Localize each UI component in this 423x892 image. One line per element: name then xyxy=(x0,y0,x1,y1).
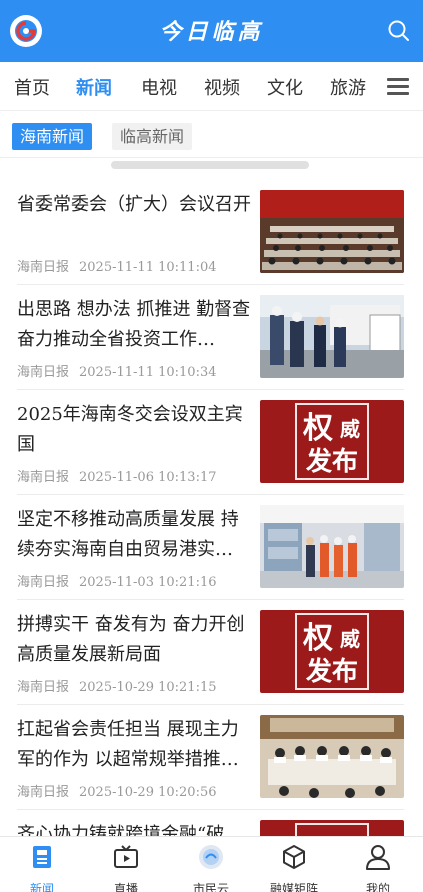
news-source: 海南日报 xyxy=(17,785,70,800)
user-icon xyxy=(366,845,390,870)
news-icon xyxy=(33,846,51,868)
list-item[interactable]: 出思路 想办法 抓推进 勤督查 奋力推动全省投资工作… 海南日报 2025-11-… xyxy=(0,285,423,390)
tab-news[interactable]: 新闻 xyxy=(76,74,112,100)
badge-char: 威 xyxy=(340,417,360,441)
menu-icon[interactable] xyxy=(387,78,409,96)
badge-char: 权 xyxy=(302,411,333,446)
news-thumbnail xyxy=(260,190,404,273)
nav-live[interactable]: 直播 xyxy=(91,843,161,892)
nav-news[interactable]: 新闻 xyxy=(7,843,77,892)
badge-char: 发布 xyxy=(305,656,358,687)
cube-icon xyxy=(283,845,305,869)
authority-badge-thumbnail: 权 威 发布 xyxy=(260,610,404,693)
nav-media-matrix[interactable]: 融媒矩阵 xyxy=(259,843,329,892)
authority-badge-thumbnail: 权 威 发布 xyxy=(260,400,404,483)
news-title: 省委常委会（扩大）会议召开 xyxy=(17,194,251,215)
nav-label: 市民云 xyxy=(192,882,229,892)
list-item[interactable]: 2025年海南冬交会设双主宾国 海南日报 2025-11-06 10:13:17 … xyxy=(0,390,423,495)
news-meta: 海南日报 2025-11-11 10:11:04 xyxy=(17,256,217,275)
news-source: 海南日报 xyxy=(17,680,70,695)
news-meta: 海南日报 2025-11-06 10:13:17 xyxy=(17,466,217,485)
news-title: 坚定不移推动高质量发展 持续夯实海南自由贸易港实… xyxy=(17,509,239,560)
search-icon[interactable] xyxy=(387,19,411,43)
news-thumbnail xyxy=(260,505,404,588)
news-title: 出思路 想办法 抓推进 勤督查 奋力推动全省投资工作… xyxy=(17,299,251,350)
news-meta: 海南日报 2025-11-03 10:21:16 xyxy=(17,571,217,590)
scroll-indicator xyxy=(111,161,309,169)
list-item[interactable]: 坚定不移推动高质量发展 持续夯实海南自由贸易港实… 海南日报 2025-11-03… xyxy=(0,495,423,600)
news-thumbnail xyxy=(260,715,404,798)
news-title: 拼搏实干 奋发有为 奋力开创高质量发展新局面 xyxy=(17,614,245,665)
news-source: 海南日报 xyxy=(17,470,70,485)
list-item[interactable]: 省委常委会（扩大）会议召开 海南日报 2025-11-11 10:11:04 xyxy=(0,180,423,285)
news-meta: 海南日报 2025-10-29 10:21:15 xyxy=(17,676,217,695)
news-time: 2025-11-03 10:21:16 xyxy=(79,575,217,590)
news-title: 扛起省会责任担当 展现主力军的作为 以超常规举措推… xyxy=(17,719,239,770)
tab-culture[interactable]: 文化 xyxy=(267,74,303,100)
news-source: 海南日报 xyxy=(17,575,70,590)
badge-char: 权 xyxy=(302,621,333,656)
nav-label: 融媒矩阵 xyxy=(269,882,318,892)
channel-tabs: 首页 新闻 电视 视频 文化 旅游 xyxy=(0,62,423,110)
nav-profile[interactable]: 我的 xyxy=(343,843,413,892)
subtab-lingao-news[interactable]: 临高新闻 xyxy=(112,123,193,150)
news-time: 2025-11-06 10:13:17 xyxy=(79,470,217,485)
list-item[interactable]: 扛起省会责任担当 展现主力军的作为 以超常规举措推… 海南日报 2025-10-2… xyxy=(0,705,423,810)
list-item[interactable]: 拼搏实干 奋发有为 奋力开创高质量发展新局面 海南日报 2025-10-29 10… xyxy=(0,600,423,705)
sub-tabs: 海南新闻 临高新闻 xyxy=(0,110,423,158)
news-meta: 海南日报 2025-10-29 10:20:56 xyxy=(17,781,217,800)
nav-label: 直播 xyxy=(113,882,138,892)
tab-home[interactable]: 首页 xyxy=(14,74,50,100)
news-source: 海南日报 xyxy=(17,260,70,275)
news-meta: 海南日报 2025-11-11 10:10:34 xyxy=(17,361,217,380)
tv-icon xyxy=(114,845,138,868)
top-bar: 今日临高 xyxy=(0,0,423,62)
news-thumbnail xyxy=(260,295,404,378)
news-source: 海南日报 xyxy=(17,365,70,380)
subtab-hainan-news[interactable]: 海南新闻 xyxy=(12,123,93,150)
badge-char: 发布 xyxy=(305,446,358,477)
tab-video[interactable]: 视频 xyxy=(204,74,240,100)
news-title: 2025年海南冬交会设双主宾国 xyxy=(17,404,243,455)
news-time: 2025-11-11 10:11:04 xyxy=(79,260,217,275)
bottom-nav: 新闻 直播 市民云 融媒矩阵 我的 xyxy=(0,836,423,892)
news-time: 2025-10-29 10:21:15 xyxy=(79,680,217,695)
nav-label: 我的 xyxy=(365,882,390,892)
divider xyxy=(0,157,423,158)
news-time: 2025-10-29 10:20:56 xyxy=(79,785,217,800)
tab-tv[interactable]: 电视 xyxy=(141,74,177,100)
app-title: 今日临高 xyxy=(159,19,264,45)
badge-char: 威 xyxy=(340,627,360,651)
nav-citizen-cloud[interactable]: 市民云 xyxy=(176,843,246,892)
nav-label: 新闻 xyxy=(29,882,54,892)
news-time: 2025-11-11 10:10:34 xyxy=(79,365,217,380)
tab-travel[interactable]: 旅游 xyxy=(330,74,366,100)
citizen-cloud-icon xyxy=(199,845,223,869)
